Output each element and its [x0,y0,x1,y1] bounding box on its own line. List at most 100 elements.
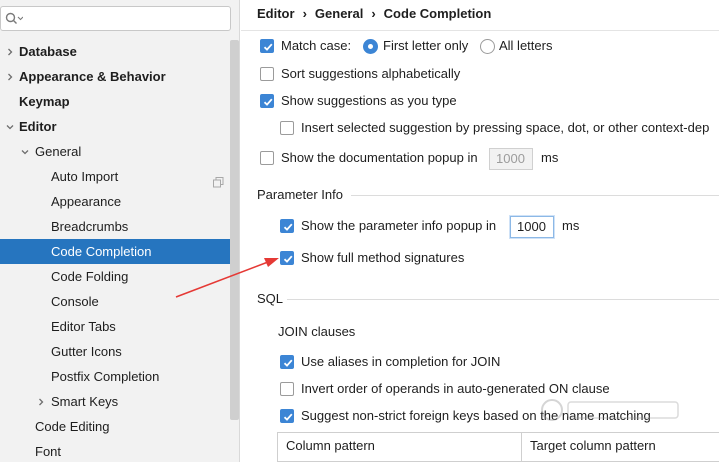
sidebar-item-code-editing[interactable]: Code Editing [0,414,239,439]
sidebar-item-breadcrumbs[interactable]: Breadcrumbs [0,214,239,239]
breadcrumb-separator-icon: › [302,6,307,21]
chevron-down-icon[interactable] [19,139,31,164]
settings-window: Database Appearance & Behavior Keymap Edito… [0,0,719,462]
sidebar-item-keymap[interactable]: Keymap [0,89,239,114]
insert-selected-row: Insert selected suggestion by pressing s… [279,118,719,138]
sidebar-item-label: Editor [19,119,57,134]
join-aliases-label: Use aliases in completion for JOIN [301,354,501,369]
doc-popup-delay-field[interactable]: 1000 [489,148,533,170]
breadcrumb-separator-icon: › [371,6,376,21]
foreign-keys-checkbox[interactable] [280,409,294,423]
param-popup-unit: ms [562,218,580,233]
join-clauses-title: JOIN clauses [278,324,356,339]
section-divider [287,299,719,300]
foreign-keys-label: Suggest non-strict foreign keys based on… [301,408,651,423]
sidebar-item-label: Postfix Completion [51,369,160,384]
all-letters-label: All letters [499,38,553,53]
invert-operands-row: Invert order of operands in auto-generat… [279,379,719,399]
sidebar-item-font[interactable]: Font [0,439,239,462]
invert-operands-checkbox[interactable] [280,382,294,396]
column-pattern-header[interactable]: Column pattern [278,433,521,461]
sidebar-item-label: Font [35,444,62,459]
sort-alphabetically-checkbox[interactable] [260,67,274,81]
full-signatures-label: Show full method signatures [301,250,465,265]
match-case-row: Match case: First letter only All letter… [259,36,719,56]
sidebar-item-console[interactable]: Console [0,289,239,314]
breadcrumb: Editor › General › Code Completion [257,6,491,22]
param-popup-label: Show the parameter info popup in [301,218,497,233]
all-letters-radio[interactable] [480,39,495,54]
sidebar-item-label: Database [19,44,77,59]
match-case-checkbox[interactable] [260,39,274,53]
sidebar-item-label: Keymap [19,94,70,109]
sidebar-item-postfix-completion[interactable]: Postfix Completion [0,364,239,389]
parameter-info-title: Parameter Info [257,187,343,202]
first-letter-radio[interactable] [363,39,378,54]
sidebar-item-gutter-icons[interactable]: Gutter Icons [0,339,239,364]
match-case-label: Match case: [281,38,352,53]
settings-search-box[interactable] [0,6,231,31]
sidebar-item-label: Appearance & Behavior [19,69,166,84]
sidebar-item-label: Code Folding [51,269,129,284]
full-signatures-row: Show full method signatures [279,248,719,268]
settings-sidebar: Database Appearance & Behavior Keymap Edito… [0,0,240,462]
sidebar-scrollbar[interactable] [230,40,239,420]
sidebar-item-label: Auto Import [51,169,119,184]
sidebar-item-auto-import[interactable]: Auto Import [0,164,239,189]
sidebar-item-smart-keys[interactable]: Smart Keys [0,389,239,414]
sidebar-item-editor-tabs[interactable]: Editor Tabs [0,314,239,339]
sidebar-item-label: Editor Tabs [51,319,116,334]
join-pattern-table[interactable]: Column pattern Target column pattern [277,432,719,462]
breadcrumb-item-general[interactable]: General [315,6,363,21]
section-divider [351,195,719,196]
sidebar-item-label: Appearance [51,194,122,209]
sidebar-item-label: General [35,144,82,159]
sidebar-item-code-folding[interactable]: Code Folding [0,264,239,289]
full-signatures-checkbox[interactable] [280,251,294,265]
foreign-keys-row: Suggest non-strict foreign keys based on… [279,406,719,426]
doc-popup-row: Show the documentation popup in 1000 ms [259,148,719,170]
settings-content: Editor › General › Code Completion Match cas… [241,0,719,462]
sidebar-item-appearance[interactable]: Appearance [0,189,239,214]
sort-alphabetically-row: Sort suggestions alphabetically [259,64,719,84]
sidebar-item-label: Gutter Icons [51,344,122,359]
copy-icon [213,171,224,188]
insert-selected-label: Insert selected suggestion by pressing s… [301,120,710,135]
sidebar-item-label: Console [51,294,99,309]
param-popup-delay-field[interactable]: 1000 [510,216,554,238]
breadcrumb-item-code-completion: Code Completion [383,6,492,21]
sidebar-item-label: Code Editing [35,419,110,434]
search-input[interactable] [25,9,225,28]
insert-selected-checkbox[interactable] [280,121,294,135]
show-as-you-type-checkbox[interactable] [260,94,274,108]
chevron-down-icon[interactable] [4,114,16,139]
join-aliases-row: Use aliases in completion for JOIN [279,352,719,372]
sidebar-item-editor[interactable]: Editor [0,114,239,139]
search-icon[interactable] [5,12,23,26]
show-as-you-type-label: Show suggestions as you type [281,93,457,108]
settings-tree: Database Appearance & Behavior Keymap Edito… [0,39,239,462]
doc-popup-checkbox[interactable] [260,151,274,165]
sort-alphabetically-label: Sort suggestions alphabetically [281,66,461,81]
param-popup-checkbox[interactable] [280,219,294,233]
breadcrumb-item-editor[interactable]: Editor [257,6,295,21]
invert-operands-label: Invert order of operands in auto-generat… [301,381,610,396]
chevron-right-icon[interactable] [4,39,16,64]
chevron-right-icon[interactable] [35,389,47,414]
show-as-you-type-row: Show suggestions as you type [259,91,719,111]
sidebar-item-label: Smart Keys [51,394,119,409]
first-letter-label: First letter only [383,38,469,53]
sidebar-item-appearance-behavior[interactable]: Appearance & Behavior [0,64,239,89]
join-aliases-checkbox[interactable] [280,355,294,369]
divider [241,30,719,31]
sidebar-item-code-completion[interactable]: Code Completion [0,239,239,264]
target-column-pattern-header[interactable]: Target column pattern [522,433,719,461]
sidebar-item-label: Code Completion [51,244,152,259]
sidebar-item-label: Breadcrumbs [51,219,129,234]
param-popup-row: Show the parameter info popup in 1000 ms [279,216,719,238]
sidebar-item-general[interactable]: General [0,139,239,164]
sql-title: SQL [257,291,284,306]
sidebar-item-database[interactable]: Database [0,39,239,64]
doc-popup-label: Show the documentation popup in [281,150,478,165]
chevron-right-icon[interactable] [4,64,16,89]
